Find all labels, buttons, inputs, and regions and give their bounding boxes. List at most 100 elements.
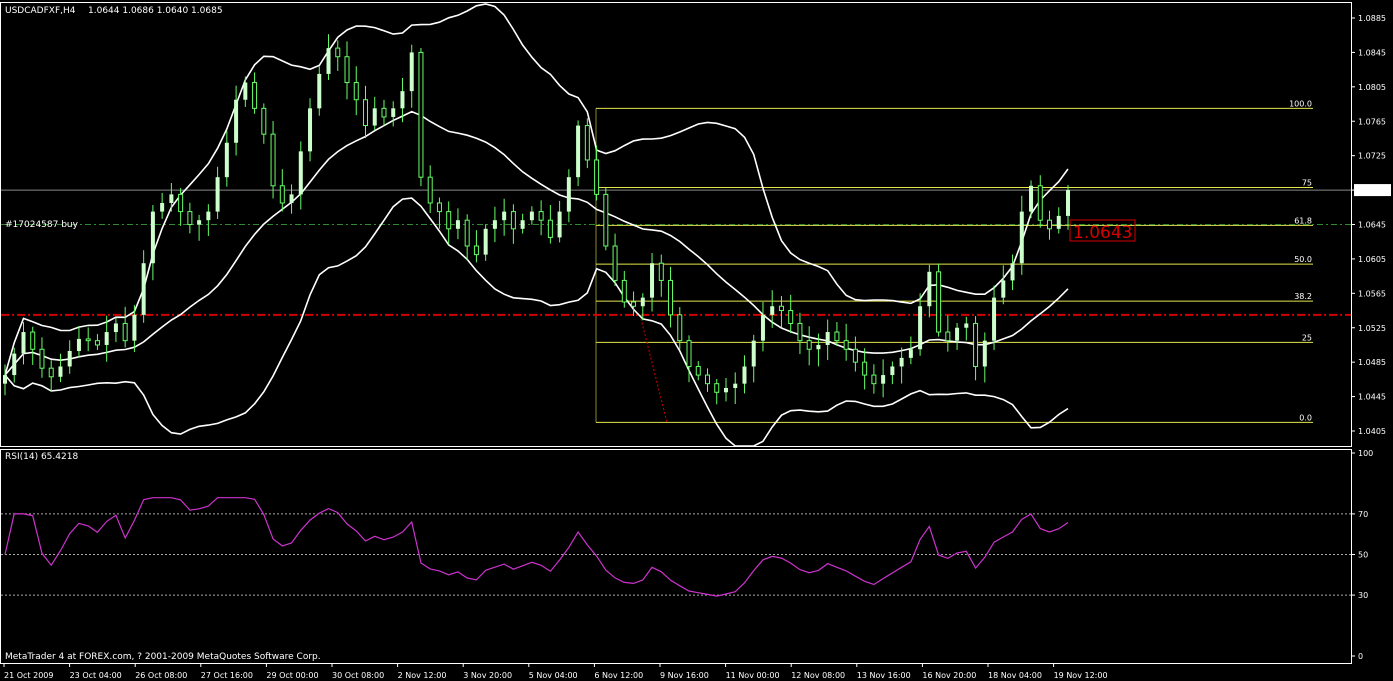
candle-body-down [843,340,849,350]
bollinger-middle [4,110,1069,376]
candle-body-up [1001,280,1006,298]
candle-body-down [594,159,600,195]
candle-body-down [510,211,516,230]
candle-body-down [686,340,692,367]
candle-body-down [473,245,479,256]
candle-body-up [881,375,886,384]
candle-body-up [964,323,969,328]
candle-body-down [39,348,45,369]
candle-body-down [1037,185,1043,221]
candle-body-up [640,297,645,307]
candle-body-up [483,228,488,255]
candle-body-down [862,361,868,376]
y-tick-label: 1.0765 [1358,117,1386,126]
candle-body-down [621,279,627,303]
rsi-y-tick-label: 50 [1358,551,1368,560]
candle-body-up [113,323,118,333]
candle-body-up [760,314,765,341]
candle-body-down [48,367,54,378]
candle-body-up [1019,211,1024,264]
candle-body-up [908,349,913,358]
y-tick-label: 1.0605 [1358,255,1386,264]
candle-body-up [723,387,728,393]
candle-body-down [178,193,184,213]
candle-body-down [705,374,711,385]
candle-body-down [381,107,387,118]
rsi-y-tick-label: 70 [1358,510,1368,519]
fib-level-label: 0.0 [1299,413,1312,422]
candle-body-up [927,271,932,307]
rsi-frame [0,449,1352,664]
candle-body-down [85,338,91,342]
candle-body-up [890,366,895,376]
candle-body-up [825,332,830,345]
candle-body-up [409,52,414,92]
x-tick-label: 5 Nov 04:00 [529,671,578,680]
rsi-y-tick-label: 30 [1358,591,1368,600]
order-label: #17024587 buy [5,220,79,230]
candle-body-down [344,56,350,84]
x-tick-label: 12 Nov 08:00 [791,671,845,680]
candle-body-down [631,301,637,307]
x-tick-label: 16 Nov 20:00 [922,671,976,680]
candle-body-down [418,51,424,178]
x-tick-label: 23 Oct 04:00 [70,671,122,680]
candle-body-down [30,331,36,350]
candle-body-down [464,219,470,247]
bollinger-upper [4,3,1069,376]
candle-body-up [492,220,497,229]
y-tick-label: 1.0485 [1358,358,1386,367]
candle-body-down [436,202,442,213]
fib-level-label: 100.0 [1289,99,1312,108]
candle-body-up [21,332,26,354]
x-tick-label: 9 Nov 16:00 [660,671,709,680]
y-tick-label: 1.0405 [1358,427,1386,436]
candle-body-up [520,220,525,229]
rsi-y-tick-label: 100 [1358,449,1373,458]
candle-body-up [12,353,17,376]
candle-body-up [1066,190,1070,216]
candle-body-down [335,47,341,58]
x-tick-label: 3 Nov 20:00 [463,671,512,680]
candle-body-down [279,185,285,204]
candle-body-up [243,82,248,100]
candle-body-up [169,194,174,203]
x-tick-label: 19 Nov 12:00 [1054,671,1108,680]
footer-copyright: MetaTrader 4 at FOREX.com, ? 2001-2009 M… [5,652,321,662]
candle-body-up [289,194,294,203]
y-tick-label: 1.0805 [1358,83,1386,92]
fib-trendline [639,314,668,423]
candle-body-up [742,366,747,384]
candle-body-up [160,202,165,212]
candle-body-down [936,271,942,333]
candle-body-up [372,108,377,126]
current-price-label: 1.0685 [1358,186,1386,195]
fib-level-label: 75 [1302,179,1312,188]
crosshair-value: 1.0643 [1073,223,1132,243]
candle-body-down [871,374,877,385]
candle-body-up [955,327,960,341]
candle-body-up [3,375,7,384]
bollinger-lower [4,197,1069,447]
candle-body-up [557,211,562,238]
candle-body-up [197,220,202,225]
chart-canvas[interactable]: 100.07561.850.038.2250.0 1.08851.08451.0… [0,0,1393,681]
ohlc-header: 1.0644 1.0686 1.0640 1.0685 [88,6,223,16]
x-tick-label: 2 Nov 12:00 [398,671,447,680]
candle-body-up [1029,185,1034,212]
candle-body-down [122,322,128,342]
candle-body-up [566,177,571,212]
chart-frames [0,2,1352,664]
rsi-indicator [1,497,1351,597]
candle-body-up [733,383,738,388]
candle-body-up [326,48,331,74]
candle-body-down [187,211,193,225]
candle-body-down [658,262,664,281]
y-tick-label: 1.0445 [1358,393,1386,402]
candle-body-up [308,108,313,152]
candle-body-up [751,340,756,367]
fib-level-label: 25 [1302,333,1312,342]
candle-body-down [362,99,368,127]
y-tick-label: 1.0845 [1358,48,1386,57]
candle-body-down [261,107,267,135]
